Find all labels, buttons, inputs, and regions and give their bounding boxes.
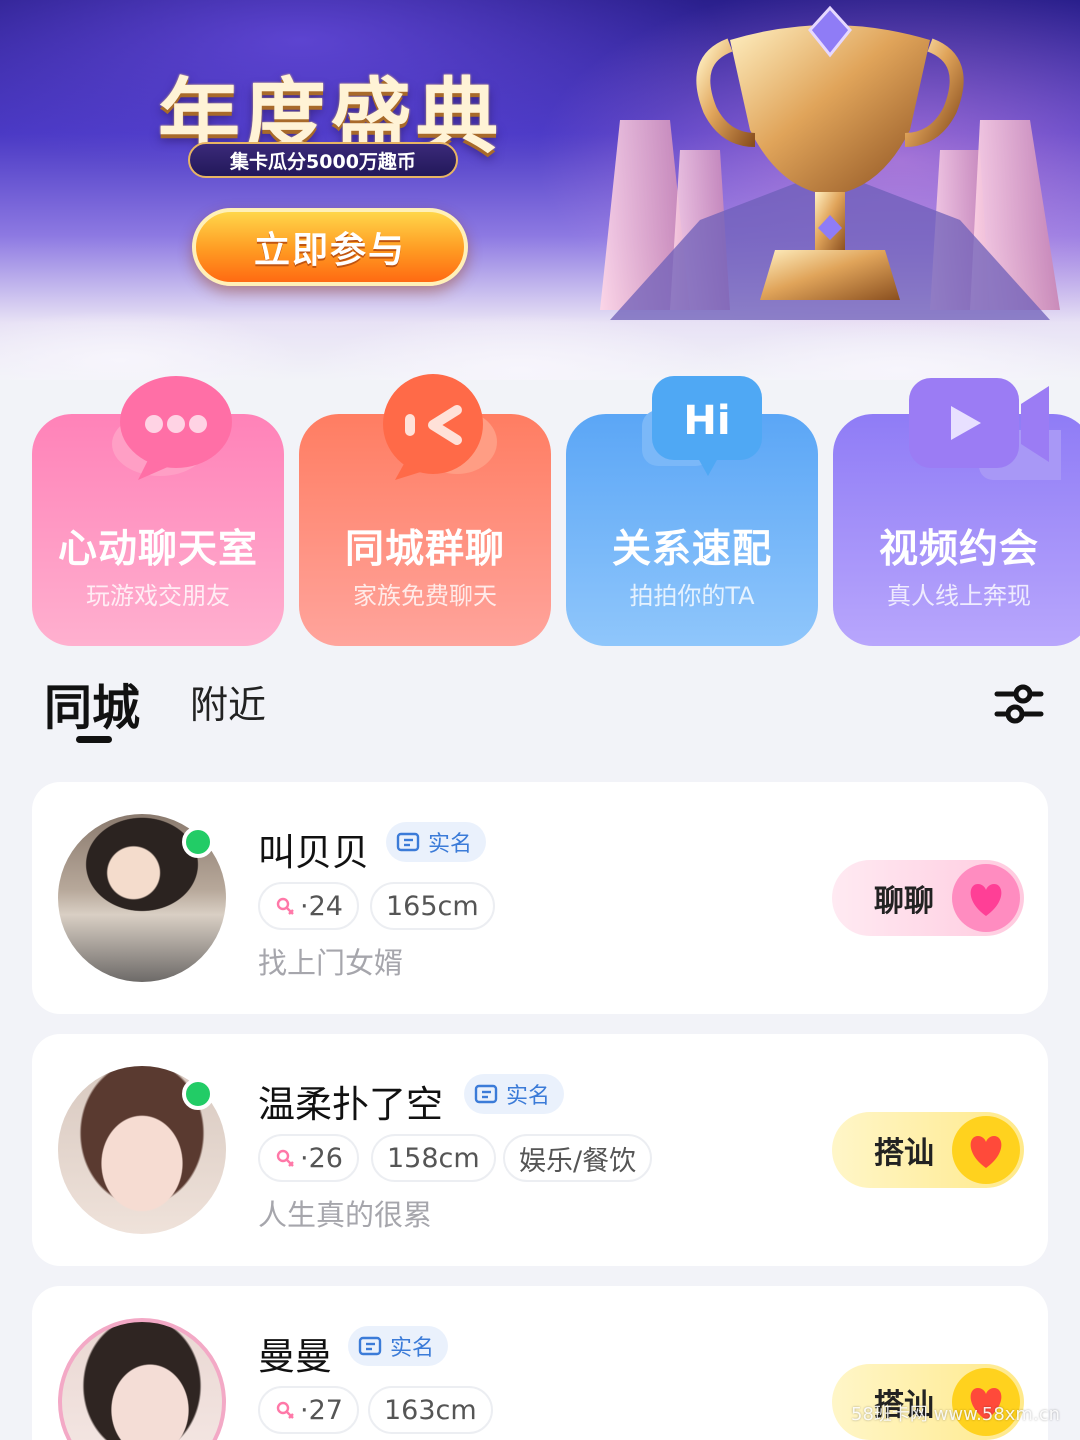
verified-label: 实名 [390, 1336, 435, 1361]
hi-bubble-icon: Hi [642, 376, 762, 476]
female-icon [276, 1149, 294, 1167]
age-value: ·27 [300, 1394, 343, 1426]
verified-badge: 实名 [348, 1326, 449, 1366]
verified-badge: 实名 [386, 822, 487, 862]
occupation-chip: 娱乐/餐饮 [503, 1134, 653, 1182]
height-chip: 165cm [370, 882, 495, 930]
video-camera-icon [909, 378, 1061, 480]
user-name: 叫贝贝 [258, 831, 369, 874]
tab-same-city[interactable]: 同城 [44, 668, 140, 738]
feature-card-chatroom[interactable]: 心动聊天室 玩游戏交朋友 [32, 370, 284, 646]
greet-button[interactable]: 搭讪 [832, 1112, 1024, 1188]
heart-icon [952, 864, 1020, 932]
active-tab-indicator [76, 736, 112, 743]
verified-label: 实名 [428, 832, 473, 857]
feature-title: 同城群聊 [344, 527, 505, 572]
trophy-icon [600, 5, 1060, 320]
feature-title: 关系速配 [611, 527, 772, 572]
age-value: ·24 [300, 890, 343, 922]
age-chip: ·26 [258, 1134, 359, 1182]
banner-subtitle: 集卡瓜分5000万趣币 [188, 142, 458, 178]
id-card-icon [396, 832, 420, 852]
svg-text:Hi: Hi [683, 398, 730, 444]
feature-subtitle: 玩游戏交朋友 [86, 582, 230, 610]
feature-subtitle: 拍拍你的TA [629, 582, 755, 610]
age-value: ·26 [300, 1142, 343, 1174]
user-card[interactable]: 温柔扑了空 实名 ·26 158cm 娱乐/餐饮 人生真的很累 搭讪 [32, 1034, 1048, 1266]
female-icon [276, 897, 294, 915]
user-name: 曼曼 [258, 1335, 332, 1378]
feature-title: 视频约会 [878, 527, 1039, 572]
age-chip: ·27 [258, 1386, 359, 1434]
verified-label: 实名 [506, 1084, 551, 1109]
verified-badge: 实名 [464, 1074, 565, 1114]
feature-card-video-date[interactable]: 视频约会 真人线上奔现 [833, 370, 1080, 646]
user-card[interactable]: 叫贝贝 实名 ·24 165cm 找上门女婿 聊聊 [32, 782, 1048, 1014]
tab-nearby[interactable]: 附近 [190, 674, 266, 729]
height-chip: 158cm [371, 1134, 496, 1182]
user-bio: 找上门女婿 [258, 946, 404, 980]
feature-card-quick-match[interactable]: Hi 关系速配 拍拍你的TA [566, 370, 818, 646]
female-icon [276, 1401, 294, 1419]
user-name: 温柔扑了空 [258, 1083, 443, 1126]
group-chat-icon [383, 374, 497, 480]
feature-card-city-group[interactable]: 同城群聊 家族免费聊天 [299, 370, 551, 646]
event-banner[interactable]: 年度盛典 集卡瓜分5000万趣币 立即参与 [0, 0, 1080, 380]
feature-subtitle: 真人线上奔现 [887, 582, 1031, 610]
chat-button[interactable]: 聊聊 [832, 860, 1024, 936]
online-status-dot [182, 1078, 214, 1110]
chat-button-label: 聊聊 [874, 884, 934, 919]
feature-title: 心动聊天室 [57, 527, 258, 572]
online-status-dot [182, 826, 214, 858]
id-card-icon [474, 1084, 498, 1104]
avatar[interactable] [58, 1318, 226, 1440]
feature-subtitle: 家族免费聊天 [353, 582, 497, 610]
join-now-button[interactable]: 立即参与 [192, 208, 468, 286]
chat-bubble-icon [112, 376, 232, 480]
user-bio: 人生真的很累 [258, 1198, 433, 1232]
heart-icon [952, 1116, 1020, 1184]
greet-button-label: 搭讪 [874, 1136, 934, 1171]
filter-icon[interactable] [993, 682, 1045, 726]
height-chip: 163cm [368, 1386, 493, 1434]
age-chip: ·24 [258, 882, 359, 930]
id-card-icon [358, 1336, 382, 1356]
watermark: 58班卡网 www.58xm.cn [851, 1404, 1060, 1425]
